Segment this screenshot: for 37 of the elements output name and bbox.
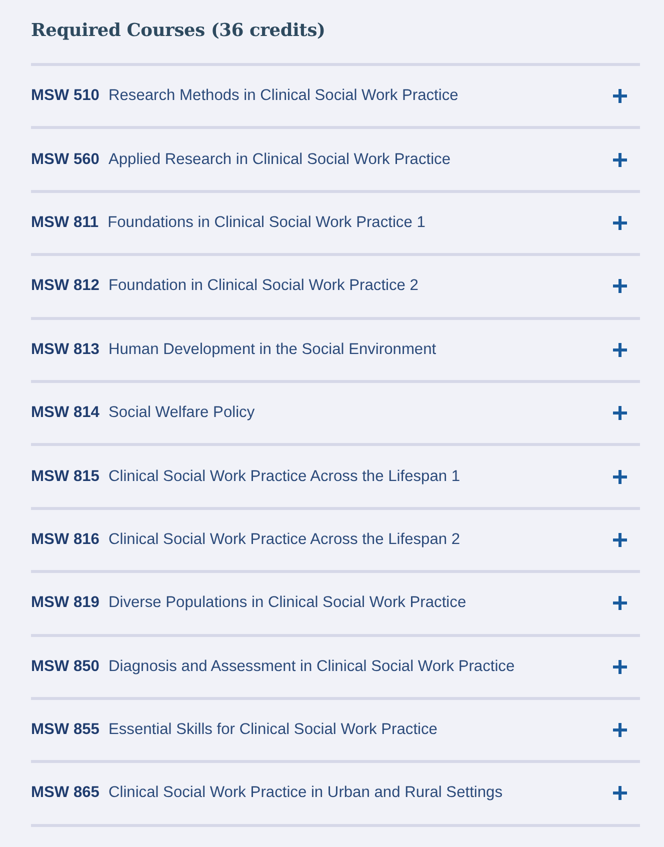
plus-icon[interactable] — [613, 89, 627, 104]
plus-icon[interactable] — [613, 279, 627, 294]
course-code: MSW 865 — [31, 784, 100, 802]
plus-icon[interactable] — [613, 786, 627, 800]
plus-icon[interactable] — [613, 470, 627, 484]
course-code: MSW 510 — [31, 87, 100, 106]
course-code: MSW 855 — [31, 721, 100, 740]
plus-icon[interactable] — [613, 152, 627, 167]
course-title: Research Methods in Clinical Social Work Practice — [108, 87, 458, 106]
course-code: MSW 811 — [31, 214, 99, 232]
plus-icon[interactable] — [613, 216, 627, 230]
course-title: Human Development in the Social Environment — [108, 340, 436, 359]
course-title: Foundations in Clinical Social Work Practice 1 — [108, 214, 426, 232]
course-title: Clinical Social Work Practice Across the Lifespan 1 — [108, 468, 460, 486]
course-title: Foundation in Clinical Social Work Practice 2 — [108, 277, 418, 296]
course-title: Diagnosis and Assessment in Clinical Social Work Practice — [108, 658, 515, 676]
plus-icon[interactable] — [613, 406, 627, 420]
course-code: MSW 815 — [31, 468, 100, 486]
section-heading: Required Courses (36 credits) — [31, 19, 326, 43]
course-code: MSW 850 — [31, 658, 100, 676]
course-code: MSW 560 — [31, 150, 100, 169]
course-title: Applied Research in Clinical Social Work Practice — [108, 150, 451, 169]
course-code: MSW 812 — [31, 277, 100, 296]
course-code: MSW 819 — [31, 594, 100, 612]
course-title: Essential Skills for Clinical Social Work Practice — [108, 721, 438, 740]
plus-icon[interactable] — [613, 596, 627, 610]
course-code: MSW 814 — [31, 404, 100, 422]
plus-icon[interactable] — [613, 723, 627, 738]
course-title: Clinical Social Work Practice Across the Lifespan 2 — [108, 530, 460, 549]
plus-icon[interactable] — [613, 342, 627, 357]
course-title: Clinical Social Work Practice in Urban and Rural Settings — [108, 784, 503, 802]
plus-icon[interactable] — [613, 660, 627, 674]
plus-icon[interactable] — [613, 532, 627, 547]
course-title: Diverse Populations in Clinical Social Work Practice — [108, 594, 466, 612]
course-title: Social Welfare Policy — [108, 404, 255, 422]
course-code: MSW 816 — [31, 530, 100, 549]
course-code: MSW 813 — [31, 340, 100, 359]
